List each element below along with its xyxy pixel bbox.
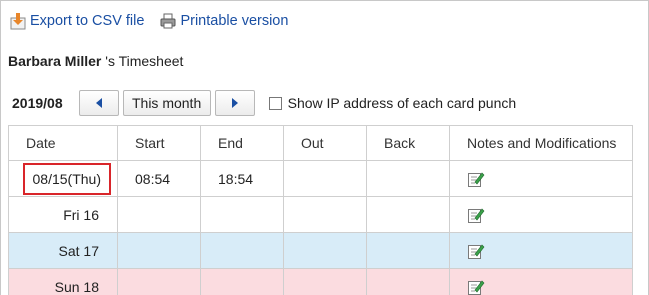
- edit-note-icon[interactable]: [467, 242, 485, 260]
- start-cell: 08:54: [117, 160, 201, 197]
- column-header-notes: Notes and Modifications: [449, 125, 633, 161]
- table-row: Sat 17: [8, 232, 633, 269]
- edit-note-icon[interactable]: [467, 170, 485, 188]
- show-ip-option[interactable]: Show IP address of each card punch: [268, 95, 517, 111]
- printer-icon: [160, 13, 176, 29]
- table-header-row: Date Start End Out Back Notes and Modifi…: [8, 125, 633, 161]
- date-highlight: 08/15(Thu): [22, 162, 111, 195]
- printable-version-label: Printable version: [180, 13, 289, 29]
- table-row: 08/15(Thu) 08:54 18:54: [8, 160, 633, 197]
- page-title: Barbara Miller 's Timesheet: [8, 53, 183, 69]
- download-icon: [10, 13, 26, 30]
- export-csv-label: Export to CSV file: [30, 13, 145, 29]
- back-cell: [366, 268, 450, 295]
- next-month-button[interactable]: [214, 90, 255, 116]
- end-cell: [200, 268, 284, 295]
- notes-cell: [449, 160, 633, 197]
- column-header-out: Out: [283, 125, 367, 161]
- out-cell: [283, 232, 367, 269]
- back-cell: [366, 232, 450, 269]
- date-cell: 08/15(Thu): [8, 160, 118, 197]
- show-ip-checkbox[interactable]: [268, 96, 282, 110]
- date-cell: Sat 17: [8, 232, 118, 269]
- export-csv-link[interactable]: Export to CSV file: [10, 12, 144, 30]
- column-header-date: Date: [8, 125, 118, 161]
- notes-cell: [449, 232, 633, 269]
- show-ip-label: Show IP address of each card punch: [287, 95, 517, 111]
- month-navigation: 2019/08 This month Show IP address of ea…: [12, 90, 516, 116]
- edit-note-icon[interactable]: [467, 206, 485, 224]
- start-cell: [117, 196, 201, 233]
- table-row: Sun 18: [8, 268, 633, 295]
- table-row: Fri 16: [8, 196, 633, 233]
- this-month-button[interactable]: This month: [122, 90, 211, 116]
- out-cell: [283, 160, 367, 197]
- date-cell: Fri 16: [8, 196, 118, 233]
- notes-cell: [449, 268, 633, 295]
- notes-cell: [449, 196, 633, 233]
- edit-note-icon[interactable]: [467, 278, 485, 295]
- column-header-start: Start: [117, 125, 201, 161]
- current-period: 2019/08: [12, 95, 63, 111]
- previous-month-button[interactable]: [78, 90, 119, 116]
- back-cell: [366, 160, 450, 197]
- column-header-end: End: [200, 125, 284, 161]
- out-cell: [283, 268, 367, 295]
- date-cell: Sun 18: [8, 268, 118, 295]
- timesheet-table: Date Start End Out Back Notes and Modifi…: [8, 125, 633, 295]
- start-cell: [117, 268, 201, 295]
- end-cell: [200, 232, 284, 269]
- start-cell: [117, 232, 201, 269]
- chevron-left-icon: [95, 98, 102, 108]
- printable-version-link[interactable]: Printable version: [160, 12, 288, 30]
- out-cell: [283, 196, 367, 233]
- top-links: Export to CSV file Printable version: [10, 10, 288, 32]
- end-cell: 18:54: [200, 160, 284, 197]
- end-cell: [200, 196, 284, 233]
- column-header-back: Back: [366, 125, 450, 161]
- chevron-right-icon: [231, 98, 238, 108]
- title-suffix: 's Timesheet: [101, 53, 184, 69]
- user-name: Barbara Miller: [8, 53, 102, 69]
- back-cell: [366, 196, 450, 233]
